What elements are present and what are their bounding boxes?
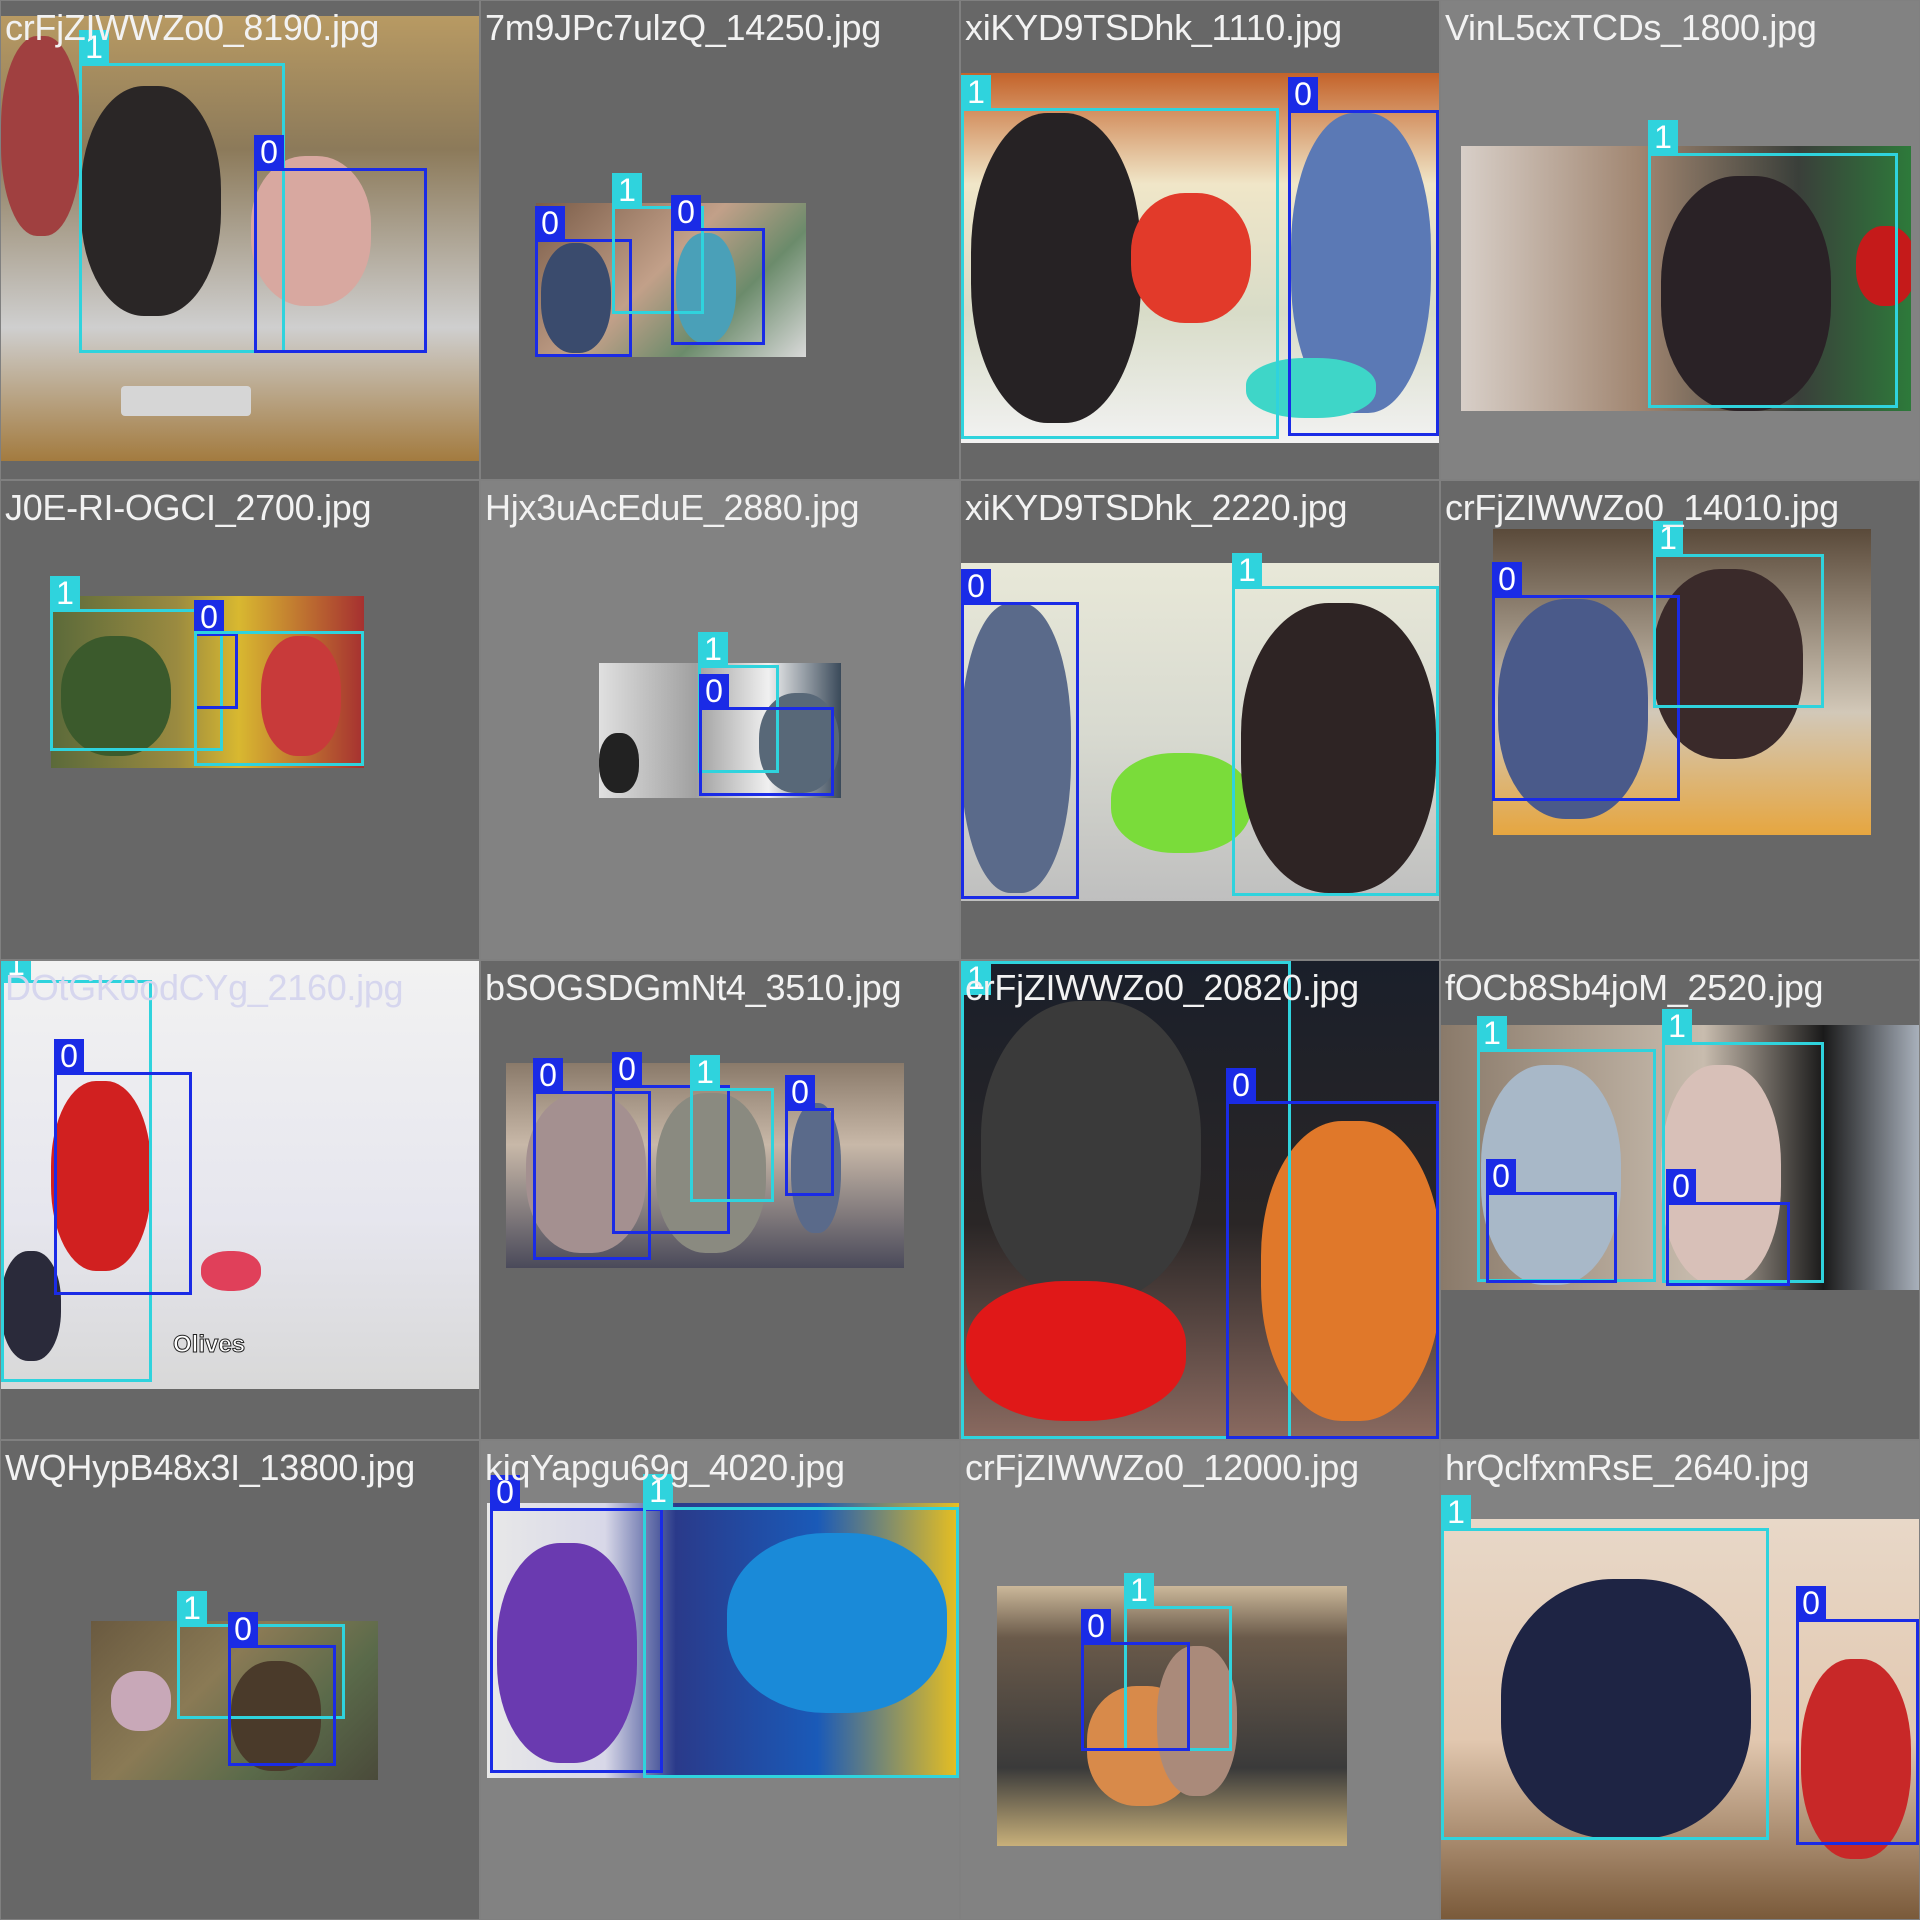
tile-filename: fOCb8Sb4joM_2520.jpg — [1445, 967, 1824, 1008]
bbox-class-1: 1 — [961, 75, 1279, 439]
overlay-caption: Olives — [172, 1331, 246, 1359]
bbox-class-0: 0 — [254, 135, 427, 353]
tile: kiqYapgu69g_4020.jpg 0 1 — [481, 1441, 959, 1919]
tile-filename: Hjx3uAcEduE_2880.jpg — [485, 487, 860, 528]
bbox-class-0: 0 — [1081, 1609, 1190, 1751]
bbox-label: 1 — [690, 1055, 720, 1089]
bbox-label: 0 — [1486, 1159, 1516, 1193]
tile: Hjx3uAcEduE_2880.jpg 1 0 — [481, 481, 959, 959]
bbox-class-1: 1 — [1653, 521, 1824, 708]
bbox-label: 1 — [961, 75, 991, 109]
tile-filename: J0E-RI-OGCI_2700.jpg — [5, 487, 372, 528]
tile: VinL5cxTCDs_1800.jpg 1 — [1441, 1, 1919, 479]
bbox-class-0: 0 — [54, 1039, 192, 1295]
mosaic-grid: crFjZIWWZo0_8190.jpg 1 0 7m9JPc7ulzQ_142… — [0, 0, 1920, 1920]
bbox-label: 0 — [254, 135, 284, 169]
bbox-label: 0 — [1796, 1586, 1826, 1620]
bbox-label: 0 — [1288, 77, 1318, 111]
bbox-label: 1 — [612, 173, 642, 207]
bbox-class-0: 0 — [1288, 77, 1439, 436]
tile: crFjZIWWZo0_20820.jpg 1 0 — [961, 961, 1439, 1439]
bbox-label: 0 — [535, 206, 565, 240]
bbox-class-0: 0 — [1796, 1586, 1919, 1845]
bbox-class-0: 0 — [1666, 1169, 1790, 1286]
bbox-class-1 — [194, 631, 364, 766]
bbox-class-1: 1 — [643, 1474, 959, 1778]
bbox-class-0: 0 — [1492, 562, 1680, 801]
bbox-label: 0 — [194, 600, 224, 634]
tile-filename: DOtGK0odCYg_2160.jpg — [5, 967, 404, 1008]
tile: xiKYD9TSDhk_1110.jpg 1 0 — [961, 1, 1439, 479]
tile: WQHypB48x3I_13800.jpg 1 0 — [1, 1441, 479, 1919]
bbox-label: 0 — [699, 674, 729, 708]
tile: DOtGK0odCYg_2160.jpg Olives 1 0 — [1, 961, 479, 1439]
bbox-class-1: 1 — [690, 1055, 774, 1202]
bbox-class-0: 0 — [490, 1475, 663, 1773]
tile-filename: WQHypB48x3I_13800.jpg — [5, 1447, 415, 1488]
tile-filename: crFjZIWWZo0_14010.jpg — [1445, 487, 1839, 528]
tile: 7m9JPc7ulzQ_14250.jpg 0 1 0 — [481, 1, 959, 479]
bbox-label: 1 — [177, 1591, 207, 1625]
tile: crFjZIWWZo0_12000.jpg 1 0 — [961, 1441, 1439, 1919]
tile-filename: kiqYapgu69g_4020.jpg — [485, 1447, 845, 1488]
bbox-class-0: 0 — [699, 674, 834, 796]
bbox-label: 0 — [612, 1052, 642, 1086]
bbox-class-1: 1 — [1441, 1495, 1769, 1840]
tile-filename: 7m9JPc7ulzQ_14250.jpg — [485, 7, 881, 48]
bbox-label: 1 — [1232, 553, 1262, 587]
tile-filename: VinL5cxTCDs_1800.jpg — [1445, 7, 1817, 48]
tile: crFjZIWWZo0_14010.jpg 0 1 — [1441, 481, 1919, 959]
bbox-label: 0 — [1081, 1609, 1111, 1643]
bbox-label: 0 — [228, 1612, 258, 1646]
bbox-label: 1 — [50, 576, 80, 610]
bbox-label: 0 — [1666, 1169, 1696, 1203]
tile-filename: bSOGSDGmNt4_3510.jpg — [485, 967, 902, 1008]
tile: xiKYD9TSDhk_2220.jpg 0 1 — [961, 481, 1439, 959]
tile: bSOGSDGmNt4_3510.jpg 0 0 1 0 — [481, 961, 959, 1439]
tile-filename: crFjZIWWZo0_12000.jpg — [965, 1447, 1359, 1488]
tile-filename: xiKYD9TSDhk_2220.jpg — [965, 487, 1348, 528]
tile-filename: xiKYD9TSDhk_1110.jpg — [965, 7, 1342, 48]
bbox-class-0: 0 — [671, 195, 765, 345]
bbox-class-0: 0 — [228, 1612, 336, 1766]
bbox-label: 1 — [1441, 1495, 1471, 1529]
bbox-label: 1 — [698, 632, 728, 666]
bbox-label: 1 — [1648, 120, 1678, 154]
tile: J0E-RI-OGCI_2700.jpg 1 0 — [1, 481, 479, 959]
bbox-label: 0 — [54, 1039, 84, 1073]
bbox-class-0: 0 — [1486, 1159, 1617, 1283]
bbox-class-1: 1 — [1648, 120, 1898, 408]
tile: crFjZIWWZo0_8190.jpg 1 0 — [1, 1, 479, 479]
bbox-label: 0 — [533, 1058, 563, 1092]
tile-filename: hrQclfxmRsE_2640.jpg — [1445, 1447, 1810, 1488]
bbox-class-0: 0 — [1226, 1068, 1439, 1439]
bbox-label: 0 — [1226, 1068, 1256, 1102]
tile: fOCb8Sb4joM_2520.jpg 1 1 0 0 — [1441, 961, 1919, 1439]
tile: hrQclfxmRsE_2640.jpg 1 0 — [1441, 1441, 1919, 1919]
bbox-label: 0 — [1492, 562, 1522, 596]
bbox-class-1: 1 — [1232, 553, 1439, 896]
bbox-class-0: 0 — [785, 1075, 834, 1196]
bbox-class-0: 0 — [961, 569, 1079, 899]
bbox-label: 1 — [1662, 1009, 1692, 1043]
tile-filename: crFjZIWWZo0_8190.jpg — [5, 7, 380, 48]
bbox-label: 0 — [785, 1075, 815, 1109]
bbox-label: 1 — [1124, 1573, 1154, 1607]
tile-filename: crFjZIWWZo0_20820.jpg — [965, 967, 1359, 1008]
bbox-label: 1 — [1477, 1016, 1507, 1050]
bbox-label: 0 — [961, 569, 991, 603]
bbox-label: 0 — [671, 195, 701, 229]
